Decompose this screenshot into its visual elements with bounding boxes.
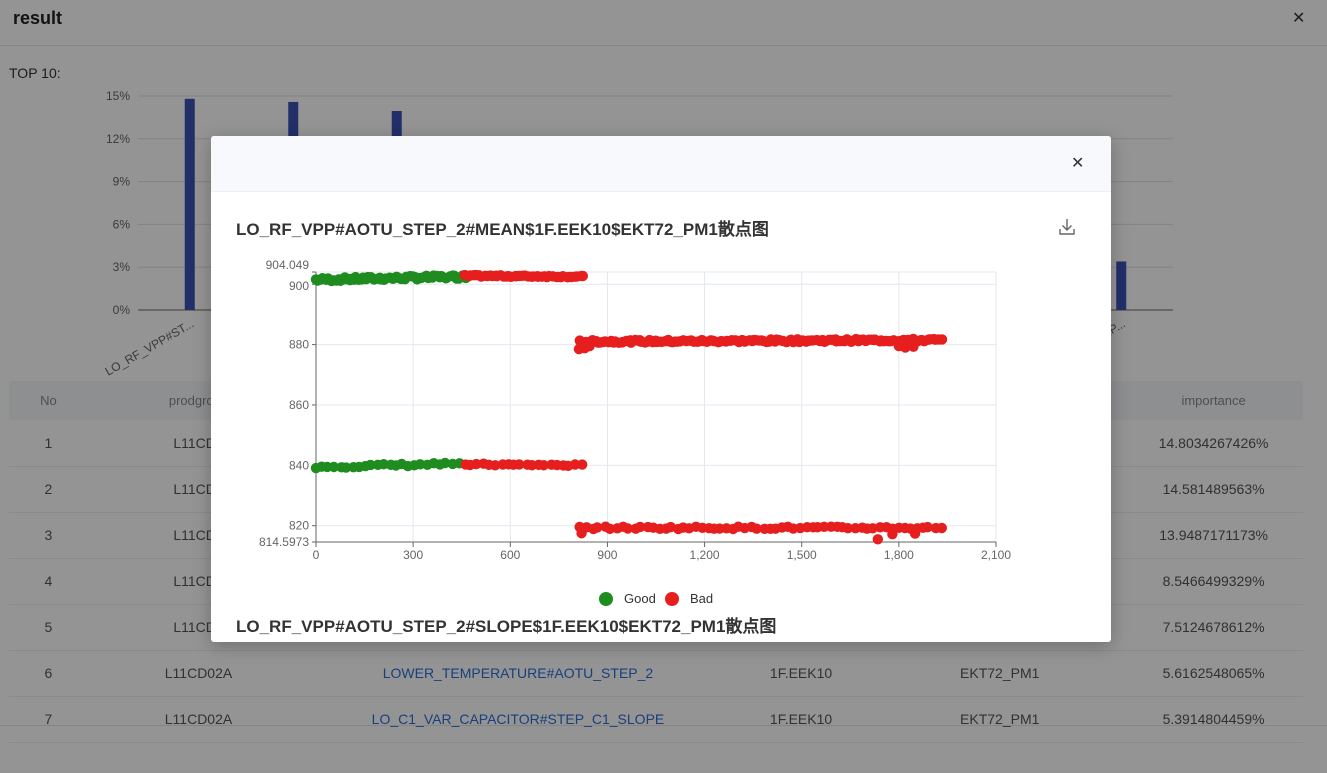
scatter-y-tick-label: 840 [289,458,309,472]
scatter-point-bad-point [908,341,919,352]
scatter-x-tick-label: 600 [500,548,520,562]
scatter-point-bad-point [584,340,595,352]
legend-label-bad: Bad [690,591,713,606]
scatter-point-bad-point [872,534,884,545]
scatter-x-tick-label: 300 [403,548,423,562]
scatter-x-tick-label: 1,200 [690,548,720,562]
scatter-point-bad-point [936,334,948,345]
chart-title: LO_RF_VPP#AOTU_STEP_2#MEAN$1F.EEK10$EKT7… [236,220,769,239]
scatter-point-bad-point [576,459,588,470]
scatter-x-tick-label: 1,800 [884,548,914,562]
legend-marker-bad [665,592,679,606]
scatter-y-tick-label: 820 [289,519,309,533]
scatter-x-tick-label: 0 [313,548,320,562]
legend-marker-good [599,592,613,606]
scatter-x-tick-label: 2,100 [981,548,1011,562]
scatter-x-tick-label: 900 [597,548,617,562]
scatter-x-tick-label: 1,500 [787,548,817,562]
scatter-point-bad-point [576,528,587,539]
scatter-point-bad-point [909,528,921,539]
scatter-y-tick-label: 814.5973 [259,535,309,549]
next-chart-title: LO_RF_VPP#AOTU_STEP_2#SLOPE$1F.EEK10$EKT… [236,617,777,636]
scatter-point-bad-point [887,528,898,540]
scatter-y-tick-label: 904.049 [266,258,310,272]
scatter-y-tick-label: 900 [289,279,309,293]
scatter-chart: 0 300 600 900 1,200 1,500 1,800 2,100 904.049 900… [259,258,1011,606]
scatter-y-tick-label: 880 [289,338,309,352]
download-icon[interactable] [1057,217,1077,237]
scatter-point-bad-point [577,270,589,282]
scatter-y-tick-label: 860 [289,398,309,412]
scatter-modal: ✕ 0 300 600 900 1,200 1,500 1,800 2,100 904.049 9… [211,136,1111,642]
scatter-point-bad-point [936,522,947,534]
legend-label-good: Good [624,591,656,606]
